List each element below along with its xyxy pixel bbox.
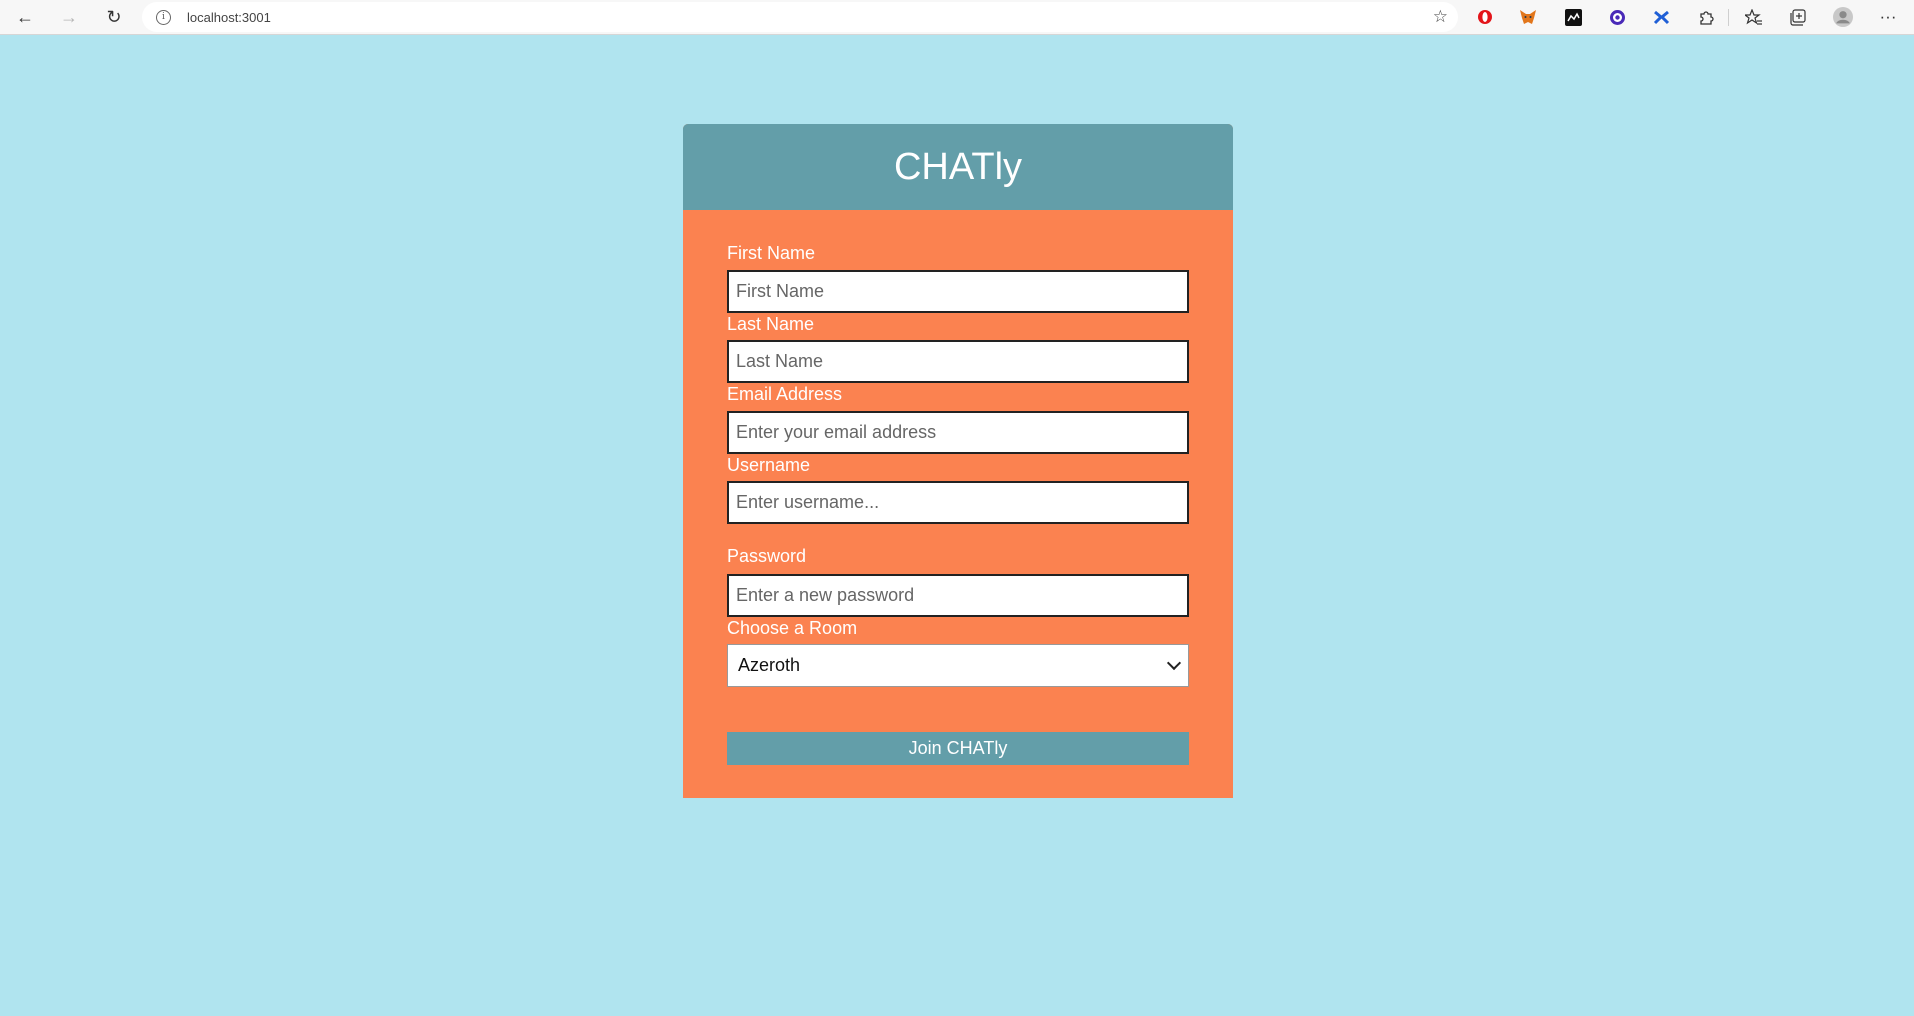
chevron-down-icon — [1166, 655, 1182, 671]
extension-icon[interactable] — [1607, 7, 1627, 27]
extension-icon[interactable] — [1563, 7, 1583, 27]
card-header: CHATly — [683, 124, 1233, 210]
metamask-icon[interactable] — [1518, 7, 1538, 27]
password-input[interactable] — [727, 574, 1189, 617]
first-name-input[interactable] — [727, 270, 1189, 313]
join-button[interactable]: Join CHATly — [727, 732, 1189, 765]
room-selected-value: Azeroth — [738, 655, 801, 675]
room-select[interactable]: Azeroth — [727, 644, 1189, 687]
puzzle-icon[interactable] — [1696, 7, 1716, 27]
arrow-right-icon: → — [60, 6, 78, 27]
app-title: CHATly — [893, 145, 1023, 188]
password-label: Password — [727, 546, 807, 566]
browser-toolbar: ← → ↻ i localhost:3001 ☆ ··· — [0, 0, 1914, 35]
profile-icon[interactable] — [1833, 7, 1853, 27]
last-name-input[interactable] — [727, 340, 1189, 383]
extension-icon[interactable] — [1651, 7, 1671, 27]
email-input[interactable] — [727, 411, 1189, 454]
opera-icon[interactable] — [1475, 7, 1495, 27]
email-label: Email Address — [727, 384, 843, 404]
first-name-label: First Name — [727, 243, 816, 263]
toolbar-divider — [1728, 9, 1729, 26]
last-name-label: Last Name — [727, 314, 815, 334]
add-favorite-icon[interactable]: ☆ — [1433, 7, 1448, 27]
info-icon[interactable]: i — [156, 10, 171, 25]
more-menu-icon[interactable]: ··· — [1878, 7, 1898, 27]
arrow-left-icon: ← — [16, 6, 34, 27]
reload-icon: ↻ — [106, 6, 122, 27]
url-text[interactable]: localhost:3001 — [187, 10, 271, 25]
address-bar[interactable]: i localhost:3001 ☆ — [142, 2, 1458, 32]
signup-card: CHATly First Name Last Name Email Addres… — [683, 124, 1233, 798]
username-input[interactable] — [727, 481, 1189, 524]
username-label: Username — [727, 455, 811, 475]
collections-icon[interactable] — [1788, 7, 1808, 27]
room-label: Choose a Room — [727, 618, 858, 638]
favorites-icon[interactable] — [1744, 7, 1764, 27]
back-button[interactable]: ← — [12, 4, 38, 30]
reload-button[interactable]: ↻ — [101, 4, 127, 30]
forward-button[interactable]: → — [56, 4, 82, 30]
